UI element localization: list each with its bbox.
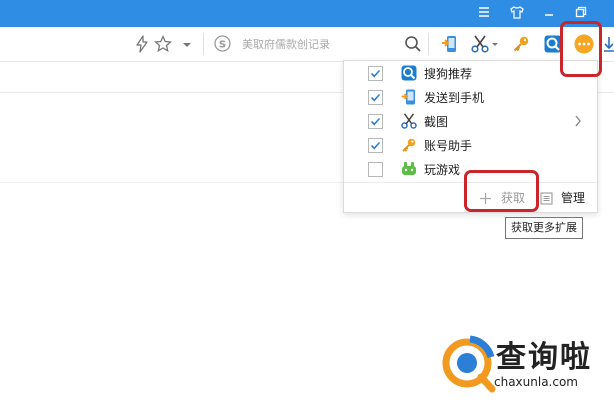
divider (428, 33, 429, 55)
dropdown-item-send-to-phone[interactable]: 发送到手机 (344, 85, 597, 109)
tooltip: 获取更多扩展 (505, 217, 583, 239)
highlight-box (464, 170, 539, 212)
dropdown-item-screenshot[interactable]: 截图 (344, 109, 597, 133)
dropdown-item-label: 账号助手 (424, 139, 473, 153)
restore-icon[interactable] (570, 3, 592, 23)
dropdown-item-label: 截图 (424, 115, 449, 129)
sogou-recommend-icon (401, 65, 417, 81)
manage-icon (540, 190, 553, 209)
checkbox[interactable] (368, 138, 383, 153)
download-icon[interactable] (604, 35, 614, 53)
chevron-down-icon[interactable] (180, 35, 198, 53)
title-bar (0, 0, 614, 27)
menu-icon[interactable] (473, 3, 495, 23)
divider (0, 182, 343, 183)
key-icon[interactable] (512, 35, 530, 53)
dropdown-item-label: 搜狗推荐 (424, 67, 473, 81)
key-icon (401, 137, 417, 153)
checkbox[interactable] (368, 90, 383, 105)
toolbar: S 美取府儒款创记录 (0, 27, 614, 62)
highlight-box (560, 21, 602, 77)
checkbox[interactable] (368, 162, 383, 177)
dropdown-item-label: 玩游戏 (424, 163, 461, 177)
star-icon[interactable] (153, 34, 173, 53)
game-controller-icon (401, 161, 417, 177)
search-icon[interactable] (404, 35, 422, 53)
lightning-icon[interactable] (133, 35, 151, 53)
logo-icon (437, 335, 497, 395)
watermark-url: chaxunla.com (494, 375, 578, 389)
checkbox[interactable] (368, 66, 383, 81)
chevron-down-icon[interactable] (490, 35, 500, 53)
dropdown-item-label: 发送到手机 (424, 91, 485, 105)
manage-extensions-label: 管理 (561, 191, 586, 205)
send-to-phone-icon[interactable] (441, 35, 459, 53)
divider (203, 33, 204, 55)
watermark: 查询啦 chaxunla.com (437, 334, 607, 396)
sogou-search-icon: S (214, 35, 231, 52)
scissors-icon (401, 113, 417, 129)
scissors-icon[interactable] (471, 35, 489, 53)
skin-icon[interactable] (506, 3, 528, 23)
search-input[interactable]: 美取府儒款创记录 (242, 36, 330, 52)
checkbox[interactable] (368, 114, 383, 129)
watermark-brand: 查询啦 (496, 340, 592, 375)
minimize-icon[interactable] (538, 3, 560, 23)
dropdown-item-account-assistant[interactable]: 账号助手 (344, 133, 597, 157)
chevron-right-icon (573, 113, 583, 133)
search-box[interactable]: S 美取府儒款创记录 (210, 33, 426, 55)
send-to-phone-icon (401, 89, 417, 105)
svg-text:S: S (219, 40, 226, 51)
manage-extensions-button[interactable]: 管理 (540, 185, 596, 209)
